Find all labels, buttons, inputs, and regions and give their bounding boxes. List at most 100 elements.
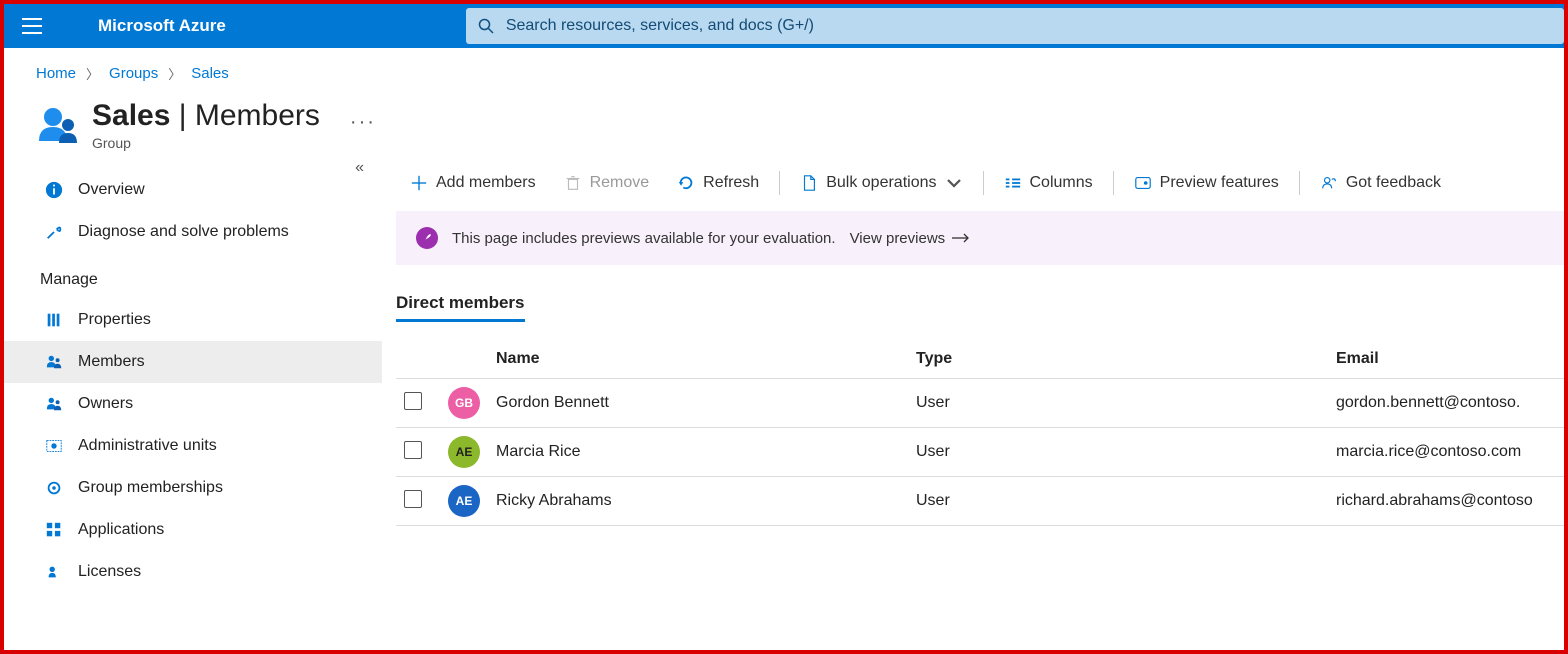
info-icon (44, 180, 64, 200)
toolbar-separator (983, 171, 984, 195)
sidebar-item-admin-units[interactable]: Administrative units (4, 425, 382, 467)
column-header-type[interactable]: Type (908, 340, 1328, 379)
cell-email: richard.abrahams@contoso (1328, 477, 1564, 526)
people-icon (44, 394, 64, 414)
sidebar-item-licenses[interactable]: Licenses (4, 551, 382, 593)
tool-label: Refresh (703, 174, 759, 192)
search-box[interactable] (466, 8, 1564, 44)
breadcrumb-sep: 〉 (86, 64, 99, 83)
tool-label: Preview features (1160, 174, 1279, 192)
sidebar-item-label: Group memberships (78, 479, 223, 497)
table-row[interactable]: AERicky AbrahamsUserrichard.abrahams@con… (396, 477, 1564, 526)
breadcrumb: Home 〉 Groups 〉 Sales (4, 48, 1564, 91)
feedback-icon (1320, 174, 1338, 192)
more-actions-button[interactable]: ··· (350, 111, 376, 134)
feedback-button[interactable]: Got feedback (1306, 159, 1455, 207)
properties-icon (44, 310, 64, 330)
people-icon (44, 352, 64, 372)
arrow-right-icon (951, 233, 971, 243)
trash-icon (564, 174, 582, 192)
main-content: Add members Remove Refresh Bulk operatio… (382, 159, 1564, 631)
bulk-operations-button[interactable]: Bulk operations (786, 159, 976, 207)
view-previews-link[interactable]: View previews (850, 230, 972, 247)
cell-name: Marcia Rice (488, 428, 908, 477)
tool-label: Bulk operations (826, 174, 936, 192)
breadcrumb-home[interactable]: Home (36, 65, 76, 82)
file-icon (800, 174, 818, 192)
row-checkbox[interactable] (404, 490, 422, 508)
sidebar: « Overview Diagnose and solve problems M… (4, 159, 382, 631)
sidebar-item-label: Overview (78, 181, 145, 199)
cell-email: gordon.bennett@contoso. (1328, 379, 1564, 428)
page-subtitle: Group (92, 135, 320, 151)
toolbar-separator (1113, 171, 1114, 195)
cell-name: Gordon Bennett (488, 379, 908, 428)
notice-text: This page includes previews available fo… (452, 230, 836, 247)
sidebar-item-label: Administrative units (78, 437, 217, 455)
remove-button: Remove (550, 159, 664, 207)
breadcrumb-groups[interactable]: Groups (109, 65, 158, 82)
avatar: GB (448, 387, 480, 419)
tab-direct-members[interactable]: Direct members (396, 293, 525, 322)
add-members-button[interactable]: Add members (396, 159, 550, 207)
plus-icon (410, 174, 428, 192)
columns-button[interactable]: Columns (990, 159, 1107, 207)
tool-label: Remove (590, 174, 650, 192)
cell-email: marcia.rice@contoso.com (1328, 428, 1564, 477)
admin-units-icon (44, 436, 64, 456)
table-row[interactable]: AEMarcia RiceUsermarcia.rice@contoso.com (396, 428, 1564, 477)
sidebar-section-manage: Manage (4, 253, 382, 299)
breadcrumb-sep: 〉 (168, 64, 181, 83)
sidebar-item-diagnose[interactable]: Diagnose and solve problems (4, 211, 382, 253)
tool-label: Columns (1030, 174, 1093, 192)
command-bar: Add members Remove Refresh Bulk operatio… (382, 159, 1564, 207)
license-icon (44, 562, 64, 582)
chevron-down-icon (945, 174, 963, 192)
sidebar-item-label: Properties (78, 311, 151, 329)
tool-label: Got feedback (1346, 174, 1441, 192)
tab-strip: Direct members (396, 293, 1564, 322)
sidebar-item-properties[interactable]: Properties (4, 299, 382, 341)
sidebar-item-overview[interactable]: Overview (4, 169, 382, 211)
wrench-icon (44, 222, 64, 242)
cell-name: Ricky Abrahams (488, 477, 908, 526)
brand-label[interactable]: Microsoft Azure (60, 16, 226, 36)
cell-type: User (908, 477, 1328, 526)
columns-icon (1004, 174, 1022, 192)
breadcrumb-sales[interactable]: Sales (191, 65, 229, 82)
sidebar-item-label: Licenses (78, 563, 141, 581)
avatar: AE (448, 485, 480, 517)
sidebar-item-label: Members (78, 353, 145, 371)
sidebar-item-label: Owners (78, 395, 133, 413)
toolbar-separator (779, 171, 780, 195)
tool-label: Add members (436, 174, 536, 192)
gear-icon (44, 478, 64, 498)
cell-type: User (908, 428, 1328, 477)
row-checkbox[interactable] (404, 392, 422, 410)
preview-notice: This page includes previews available fo… (396, 211, 1564, 265)
preview-icon (1134, 174, 1152, 192)
rocket-icon (416, 227, 438, 249)
search-input[interactable] (494, 17, 1552, 35)
refresh-button[interactable]: Refresh (663, 159, 773, 207)
sidebar-item-label: Diagnose and solve problems (78, 223, 289, 241)
preview-features-button[interactable]: Preview features (1120, 159, 1293, 207)
toolbar-separator (1299, 171, 1300, 195)
sidebar-item-group-memberships[interactable]: Group memberships (4, 467, 382, 509)
column-header-email[interactable]: Email (1328, 340, 1564, 379)
collapse-sidebar-button[interactable]: « (355, 159, 364, 177)
search-icon (478, 18, 494, 34)
avatar: AE (448, 436, 480, 468)
sidebar-item-label: Applications (78, 521, 164, 539)
table-row[interactable]: GBGordon BennettUsergordon.bennett@conto… (396, 379, 1564, 428)
apps-icon (44, 520, 64, 540)
page-title: Sales | Members (92, 99, 320, 133)
refresh-icon (677, 174, 695, 192)
row-checkbox[interactable] (404, 441, 422, 459)
sidebar-item-applications[interactable]: Applications (4, 509, 382, 551)
sidebar-item-members[interactable]: Members (4, 341, 382, 383)
page-title-bar: Sales | Members Group ··· (4, 91, 1564, 159)
sidebar-item-owners[interactable]: Owners (4, 383, 382, 425)
hamburger-menu[interactable] (4, 18, 60, 34)
column-header-name[interactable]: Name (488, 340, 908, 379)
